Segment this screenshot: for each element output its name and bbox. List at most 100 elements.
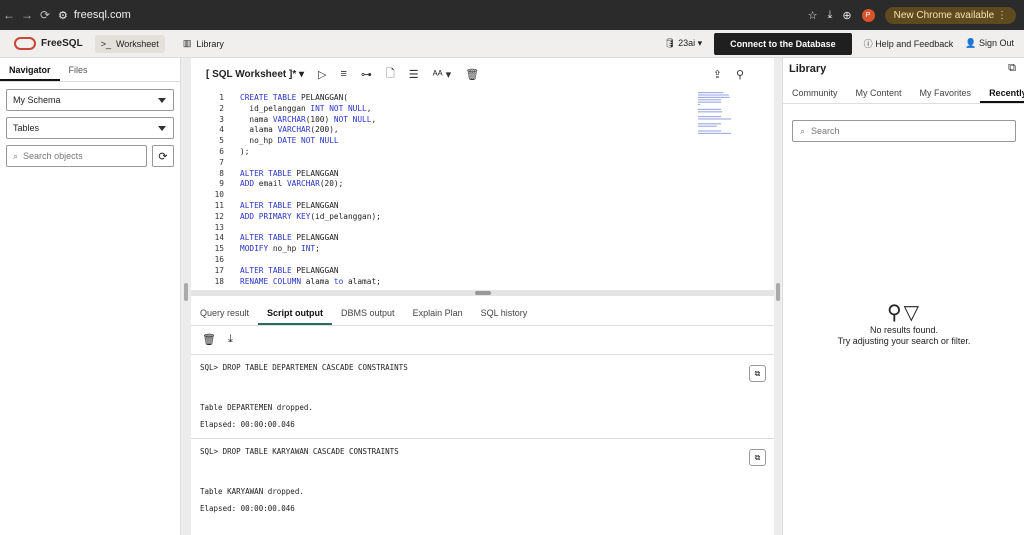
tab-explain-plan[interactable]: Explain Plan bbox=[404, 300, 472, 325]
bookmark-icon[interactable]: ☆ bbox=[808, 9, 818, 22]
help-button[interactable]: ⓘ Help and Feedback bbox=[864, 37, 954, 50]
forward-icon[interactable]: → bbox=[18, 8, 36, 22]
trash-icon[interactable]: 🗑 bbox=[465, 68, 479, 81]
editor-results-splitter[interactable] bbox=[191, 290, 774, 296]
empty-state: ⚲▽ No results found. Try adjusting your … bbox=[783, 303, 1024, 347]
code-line[interactable]: 11 ALTER TABLE PELANGGAN bbox=[191, 200, 339, 211]
code-line[interactable]: 5 no_hp DATE NOT NULL bbox=[191, 135, 339, 146]
line-number: 3 bbox=[219, 114, 224, 124]
tab-script-output[interactable]: Script output bbox=[258, 300, 333, 325]
refresh-button[interactable]: ⟳ bbox=[152, 145, 174, 167]
extensions-icon[interactable]: ⊕ bbox=[842, 9, 851, 22]
code-line[interactable]: 1 CREATE TABLE PELANGGAN( bbox=[191, 92, 348, 103]
code-text: (100) bbox=[305, 114, 334, 124]
database-version-select[interactable]: 🛢 23ai ▾ bbox=[664, 38, 702, 49]
address-bar[interactable]: ⚙ freesql.com bbox=[58, 9, 131, 22]
new-chrome-button[interactable]: New Chrome available ⋮ bbox=[884, 6, 1016, 24]
code-line[interactable]: 9 ADD email VARCHAR(20); bbox=[191, 178, 343, 189]
code-line[interactable]: 12 ADD PRIMARY KEY(id_pelanggan); bbox=[191, 211, 381, 222]
tab-files[interactable]: Files bbox=[60, 58, 97, 81]
tab-my-favorites[interactable]: My Favorites bbox=[911, 82, 981, 103]
left-splitter[interactable] bbox=[181, 58, 191, 535]
library-search-input[interactable]: ⌕ Search bbox=[792, 120, 1016, 142]
library-icon: ▥ bbox=[182, 38, 192, 48]
minimap-line bbox=[698, 125, 717, 127]
signout-button[interactable]: 👤 Sign Out bbox=[965, 38, 1014, 49]
run-icon[interactable]: ▷ bbox=[318, 68, 326, 81]
tab-worksheet-label: Worksheet bbox=[115, 38, 159, 49]
clear-output-icon[interactable]: 🗑 bbox=[202, 333, 216, 346]
code-minimap[interactable] bbox=[698, 92, 740, 192]
download-output-icon[interactable]: ⤓ bbox=[228, 333, 233, 346]
library-title: Library bbox=[789, 63, 827, 75]
code-line[interactable]: 3 nama VARCHAR(100) NOT NULL, bbox=[191, 114, 376, 125]
find-icon[interactable]: ⚲ bbox=[736, 68, 744, 81]
explain-plan-icon[interactable]: ⊶ bbox=[361, 68, 372, 81]
tab-recently-viewed[interactable]: Recently V bbox=[980, 82, 1024, 103]
freesql-logo[interactable]: FreeSQL bbox=[14, 37, 83, 50]
minimap-line bbox=[698, 92, 724, 94]
code-line[interactable]: 18 RENAME COLUMN alama to alamat; bbox=[191, 276, 381, 287]
code-line[interactable]: 8 ALTER TABLE PELANGGAN bbox=[191, 168, 338, 179]
copy-icon[interactable]: ⧉ bbox=[749, 449, 766, 466]
worksheet-title[interactable]: [ SQL Worksheet ]* ▾ bbox=[206, 69, 304, 80]
browser-toolbar: ← → ⟳ ⚙ freesql.com ☆ ⤓ ⊕ P New Chrome a… bbox=[0, 0, 1024, 30]
tab-dbms-output[interactable]: DBMS output bbox=[332, 300, 404, 325]
search-objects-input[interactable]: ⌕ Search objects bbox=[6, 145, 147, 167]
output-block: SQL> DROP TABLE DEPARTEMEN CASCADE CONST… bbox=[191, 354, 774, 438]
new-file-icon[interactable]: 🗋 bbox=[386, 65, 395, 84]
code-line[interactable]: 16 bbox=[191, 254, 240, 265]
empty-subtitle: Try adjusting your search or filter. bbox=[837, 336, 971, 346]
code-line[interactable]: 7 bbox=[191, 157, 240, 168]
back-icon[interactable]: ← bbox=[0, 8, 18, 22]
search-placeholder: Search bbox=[811, 126, 840, 136]
site-info-icon[interactable]: ⚙ bbox=[58, 9, 68, 22]
code-line[interactable]: 2 id_pelanggan INT NOT NULL, bbox=[191, 103, 371, 114]
code-line[interactable]: 6); bbox=[191, 146, 249, 157]
code-line[interactable]: 14 ALTER TABLE PELANGGAN bbox=[191, 232, 339, 243]
code-text: email bbox=[254, 179, 287, 189]
code-text: (20); bbox=[319, 179, 344, 189]
code-editor[interactable]: 1 CREATE TABLE PELANGGAN(2 id_pelanggan I… bbox=[191, 90, 774, 290]
tab-navigator[interactable]: Navigator bbox=[0, 58, 60, 81]
tab-library-label: Library bbox=[196, 38, 224, 49]
tab-my-content[interactable]: My Content bbox=[847, 82, 911, 103]
tab-community[interactable]: Community bbox=[783, 82, 847, 103]
tab-query-result[interactable]: Query result bbox=[191, 300, 258, 325]
line-number: 16 bbox=[214, 255, 224, 264]
copy-icon[interactable]: ⧉ bbox=[749, 365, 766, 382]
font-size-icon[interactable]: ᴬᴬ ▾ bbox=[433, 68, 452, 81]
code-line[interactable]: 17 ALTER TABLE PELANGGAN bbox=[191, 265, 339, 276]
search-icon: ⌕ bbox=[800, 125, 806, 136]
open-external-icon[interactable]: ⧉ bbox=[1008, 62, 1016, 75]
tab-library[interactable]: ▥ Library bbox=[177, 34, 230, 53]
minimap-line bbox=[698, 116, 722, 118]
download-icon[interactable]: ⤓ bbox=[828, 9, 833, 22]
version-label: 23ai bbox=[678, 38, 696, 48]
worksheet-toolbar: [ SQL Worksheet ]* ▾ ▷ ≡ ⊶ 🗋 ☰ ᴬᴬ ▾ 🗑 ⇪ … bbox=[191, 58, 774, 90]
schema-select[interactable]: My Schema bbox=[6, 89, 174, 111]
right-splitter[interactable] bbox=[774, 58, 782, 535]
code-line[interactable]: 4 alama VARCHAR(200), bbox=[191, 124, 338, 135]
sql-keyword: to bbox=[333, 276, 344, 286]
sql-keyword: VARCHAR bbox=[272, 114, 306, 124]
code-line[interactable]: 15 MODIFY no_hp INT; bbox=[191, 243, 320, 254]
code-line[interactable]: 10 bbox=[191, 189, 240, 200]
connect-button[interactable]: Connect to the Database bbox=[714, 32, 852, 55]
object-type-select[interactable]: Tables bbox=[6, 117, 174, 139]
output-command: SQL> DROP TABLE KARYAWAN CASCADE CONSTRA… bbox=[200, 447, 399, 456]
avatar[interactable]: P bbox=[861, 8, 875, 22]
output-message: Table KARYAWAN dropped. bbox=[200, 487, 304, 496]
reload-icon[interactable]: ⟳ bbox=[36, 8, 54, 22]
share-icon[interactable]: ⇪ bbox=[713, 68, 722, 81]
minimap-line bbox=[698, 101, 722, 103]
sql-keyword: ADD bbox=[240, 179, 255, 189]
format-icon[interactable]: ☰ bbox=[409, 68, 419, 81]
tab-worksheet[interactable]: >_ Worksheet bbox=[94, 34, 165, 53]
run-script-icon[interactable]: ≡ bbox=[341, 68, 347, 80]
sql-keyword: DATE NOT NULL bbox=[277, 136, 339, 146]
code-line[interactable]: 13 bbox=[191, 222, 240, 233]
minimap-line bbox=[698, 104, 701, 106]
tab-sql-history[interactable]: SQL history bbox=[472, 300, 537, 325]
line-number: 1 bbox=[219, 93, 224, 102]
